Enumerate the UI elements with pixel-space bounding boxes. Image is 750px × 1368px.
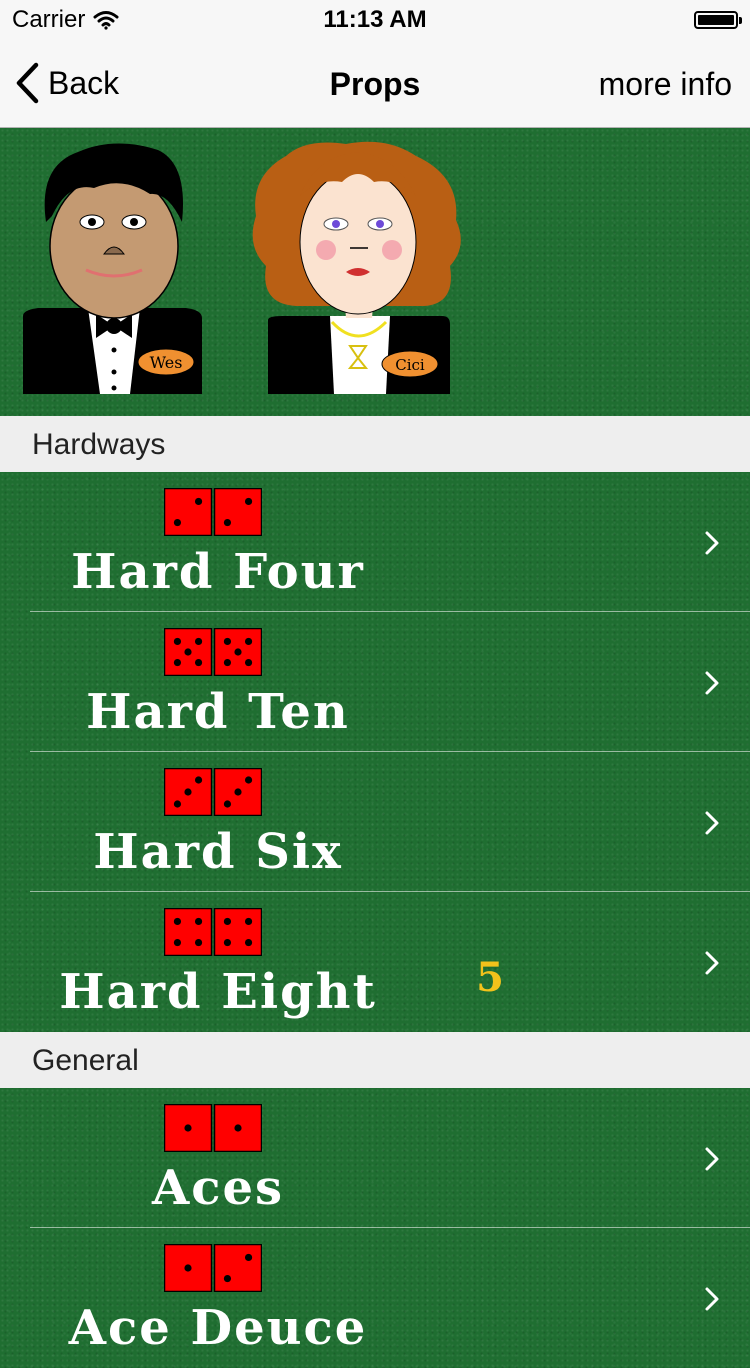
dealer-cici-avatar: Cici [252,141,461,394]
back-button[interactable]: Back [14,62,119,104]
prop-label: Ace Deuce [68,1300,368,1356]
die-pip [173,917,182,926]
prop-row[interactable]: Hard Four [0,472,750,612]
die-pip [194,658,203,667]
dice-pair-icon [164,768,262,816]
section-header-hardways: Hardways [0,416,750,472]
chevron-right-icon [705,951,719,975]
prop-label: Hard Six [93,824,343,880]
die-pip [223,938,232,947]
section-header-general: General [0,1032,750,1088]
prop-row[interactable]: Hard Eight 5 [0,892,750,1032]
wes-nametag: Wes [150,353,183,372]
die-pip [173,658,182,667]
chevron-right-icon [705,811,719,835]
die-pip [223,917,232,926]
die-pip [244,658,253,667]
dice-pair-icon [164,908,262,956]
die-face [164,908,213,956]
status-time: 11:13 AM [323,6,427,33]
die-pip [173,637,182,646]
prop-label: Hard Ten [86,684,350,740]
die-pip [234,648,242,656]
back-label: Back [48,64,120,101]
die-pip [194,637,203,646]
prop-label: Hard Four [71,544,365,600]
cici-nametag: Cici [395,356,425,374]
more-info-button[interactable]: more info [599,66,732,103]
navigation-bar: Back Props more info [0,40,750,128]
chevron-left-icon [16,62,39,104]
die-pip [194,917,203,926]
die-pip [223,518,232,527]
battery-icon [694,11,742,29]
die-pip [223,658,232,667]
dice-pair-icon [164,488,262,536]
chevron-right-icon [705,1147,719,1171]
die-pip [184,1124,192,1132]
die-pip [244,917,253,926]
die-pip [244,938,253,947]
bet-count-badge: 5 [476,954,504,1001]
die-pip [223,800,232,808]
die-pip [244,776,253,784]
die-face [164,488,213,536]
die-pip [223,637,232,646]
die-pip [244,497,253,506]
prop-row[interactable]: Hard Ten [0,612,750,752]
die-pip [194,497,203,506]
die-face [213,488,262,536]
dice-pair-icon [164,1104,262,1152]
die-pip [184,788,192,796]
dice-pair-icon [164,628,262,676]
die-pip [173,938,182,947]
die-pip [234,1124,242,1132]
dealer-wes-avatar: Wes [23,143,202,394]
dealer-header: Wes Cici [0,128,750,416]
die-pip [173,800,182,808]
chevron-right-icon [705,1287,719,1311]
prop-label: Aces [151,1160,285,1216]
die-pip [194,776,203,784]
die-pip [184,1264,192,1272]
die-pip [173,518,182,527]
dice-pair-icon [164,1244,262,1292]
prop-label: Hard Eight [59,964,377,1020]
prop-row[interactable]: Hard Six [0,752,750,892]
chevron-right-icon [705,531,719,555]
die-pip [223,1274,232,1283]
die-pip [194,938,203,947]
die-pip [234,788,242,796]
die-pip [184,648,192,656]
prop-row[interactable]: Aces [0,1088,750,1228]
prop-row[interactable]: Ace Deuce [0,1228,750,1368]
die-pip [244,637,253,646]
chevron-right-icon [705,671,719,695]
status-bar: Carrier 11:13 AM [0,0,750,40]
die-pip [244,1253,253,1262]
die-face [213,908,262,956]
die-face [213,1244,262,1292]
